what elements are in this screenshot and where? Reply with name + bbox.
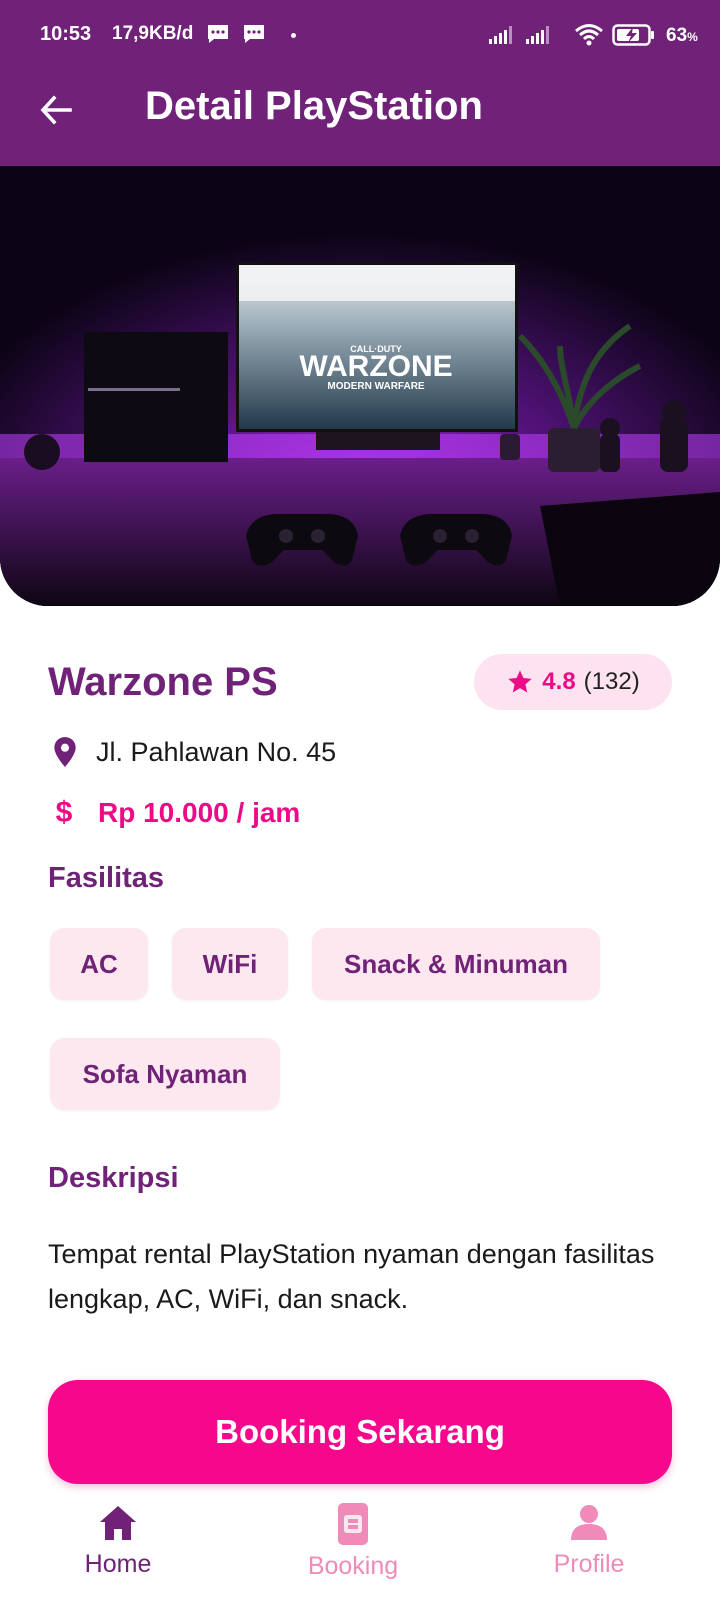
nav-label-home: Home <box>84 1550 152 1578</box>
rating-count: (132) <box>583 668 640 695</box>
location-pin-icon <box>54 737 76 767</box>
price-row: $ Rp 10.000 / jam <box>52 796 301 830</box>
home-icon <box>100 1506 136 1540</box>
booking-now-button[interactable]: Booking Sekarang <box>48 1380 672 1484</box>
facility-chip[interactable]: Sofa Nyaman <box>50 1038 280 1110</box>
signal-icon <box>526 26 549 44</box>
status-net-speed: 17,9KB/d <box>112 23 194 44</box>
hero-image: CALL·DUTY WARZONE MODERN WARFARE <box>0 166 720 606</box>
nav-item-home[interactable]: Home <box>38 1500 198 1600</box>
description-text: Tempat rental PlayStation nyaman dengan … <box>48 1239 655 1314</box>
message-icon <box>244 25 264 43</box>
message-icon <box>208 25 228 43</box>
playstation-setup-photo: CALL·DUTY WARZONE MODERN WARFARE <box>0 166 720 606</box>
signal-icon <box>489 26 512 44</box>
place-name: Warzone PS <box>48 660 278 704</box>
rating-value: 4.8 <box>542 668 576 695</box>
nav-item-profile[interactable]: Profile <box>509 1500 669 1600</box>
notification-dot <box>291 33 296 38</box>
facility-chip[interactable]: WiFi <box>172 928 288 1000</box>
person-icon <box>571 1505 607 1540</box>
back-button[interactable] <box>34 88 78 132</box>
facility-chip[interactable]: AC <box>50 928 148 1000</box>
status-bar: 10:53 17,9KB/d 63% <box>0 0 720 70</box>
description-heading: Deskripsi <box>48 1162 179 1194</box>
screen-text-modern-warfare: MODERN WARFARE <box>327 381 425 392</box>
status-time: 10:53 <box>40 23 92 45</box>
facilities-heading: Fasilitas <box>48 862 165 894</box>
booking-icon <box>338 1503 368 1545</box>
battery-icon <box>612 24 654 46</box>
address-text: Jl. Pahlawan No. 45 <box>96 736 337 767</box>
address-row: Jl. Pahlawan No. 45 <box>52 736 336 768</box>
top-bar: 10:53 17,9KB/d 63% Detail PlayStation <box>0 0 720 166</box>
battery-percent: 63% <box>666 25 698 46</box>
rating-badge: 4.8 (132) <box>474 654 672 710</box>
nav-label-booking: Booking <box>307 1552 399 1580</box>
nav-item-booking[interactable]: Booking <box>273 1500 433 1600</box>
arrow-left-icon <box>40 95 72 125</box>
nav-label-profile: Profile <box>553 1550 625 1578</box>
star-icon <box>508 670 532 693</box>
page-title: Detail PlayStation <box>145 84 483 128</box>
facility-chip[interactable]: Snack & Minuman <box>312 928 600 1000</box>
wifi-icon <box>575 24 603 46</box>
screen-text-warzone: WARZONE <box>299 350 452 383</box>
dollar-icon: $ <box>55 796 73 829</box>
price-text: Rp 10.000 / jam <box>98 797 301 828</box>
